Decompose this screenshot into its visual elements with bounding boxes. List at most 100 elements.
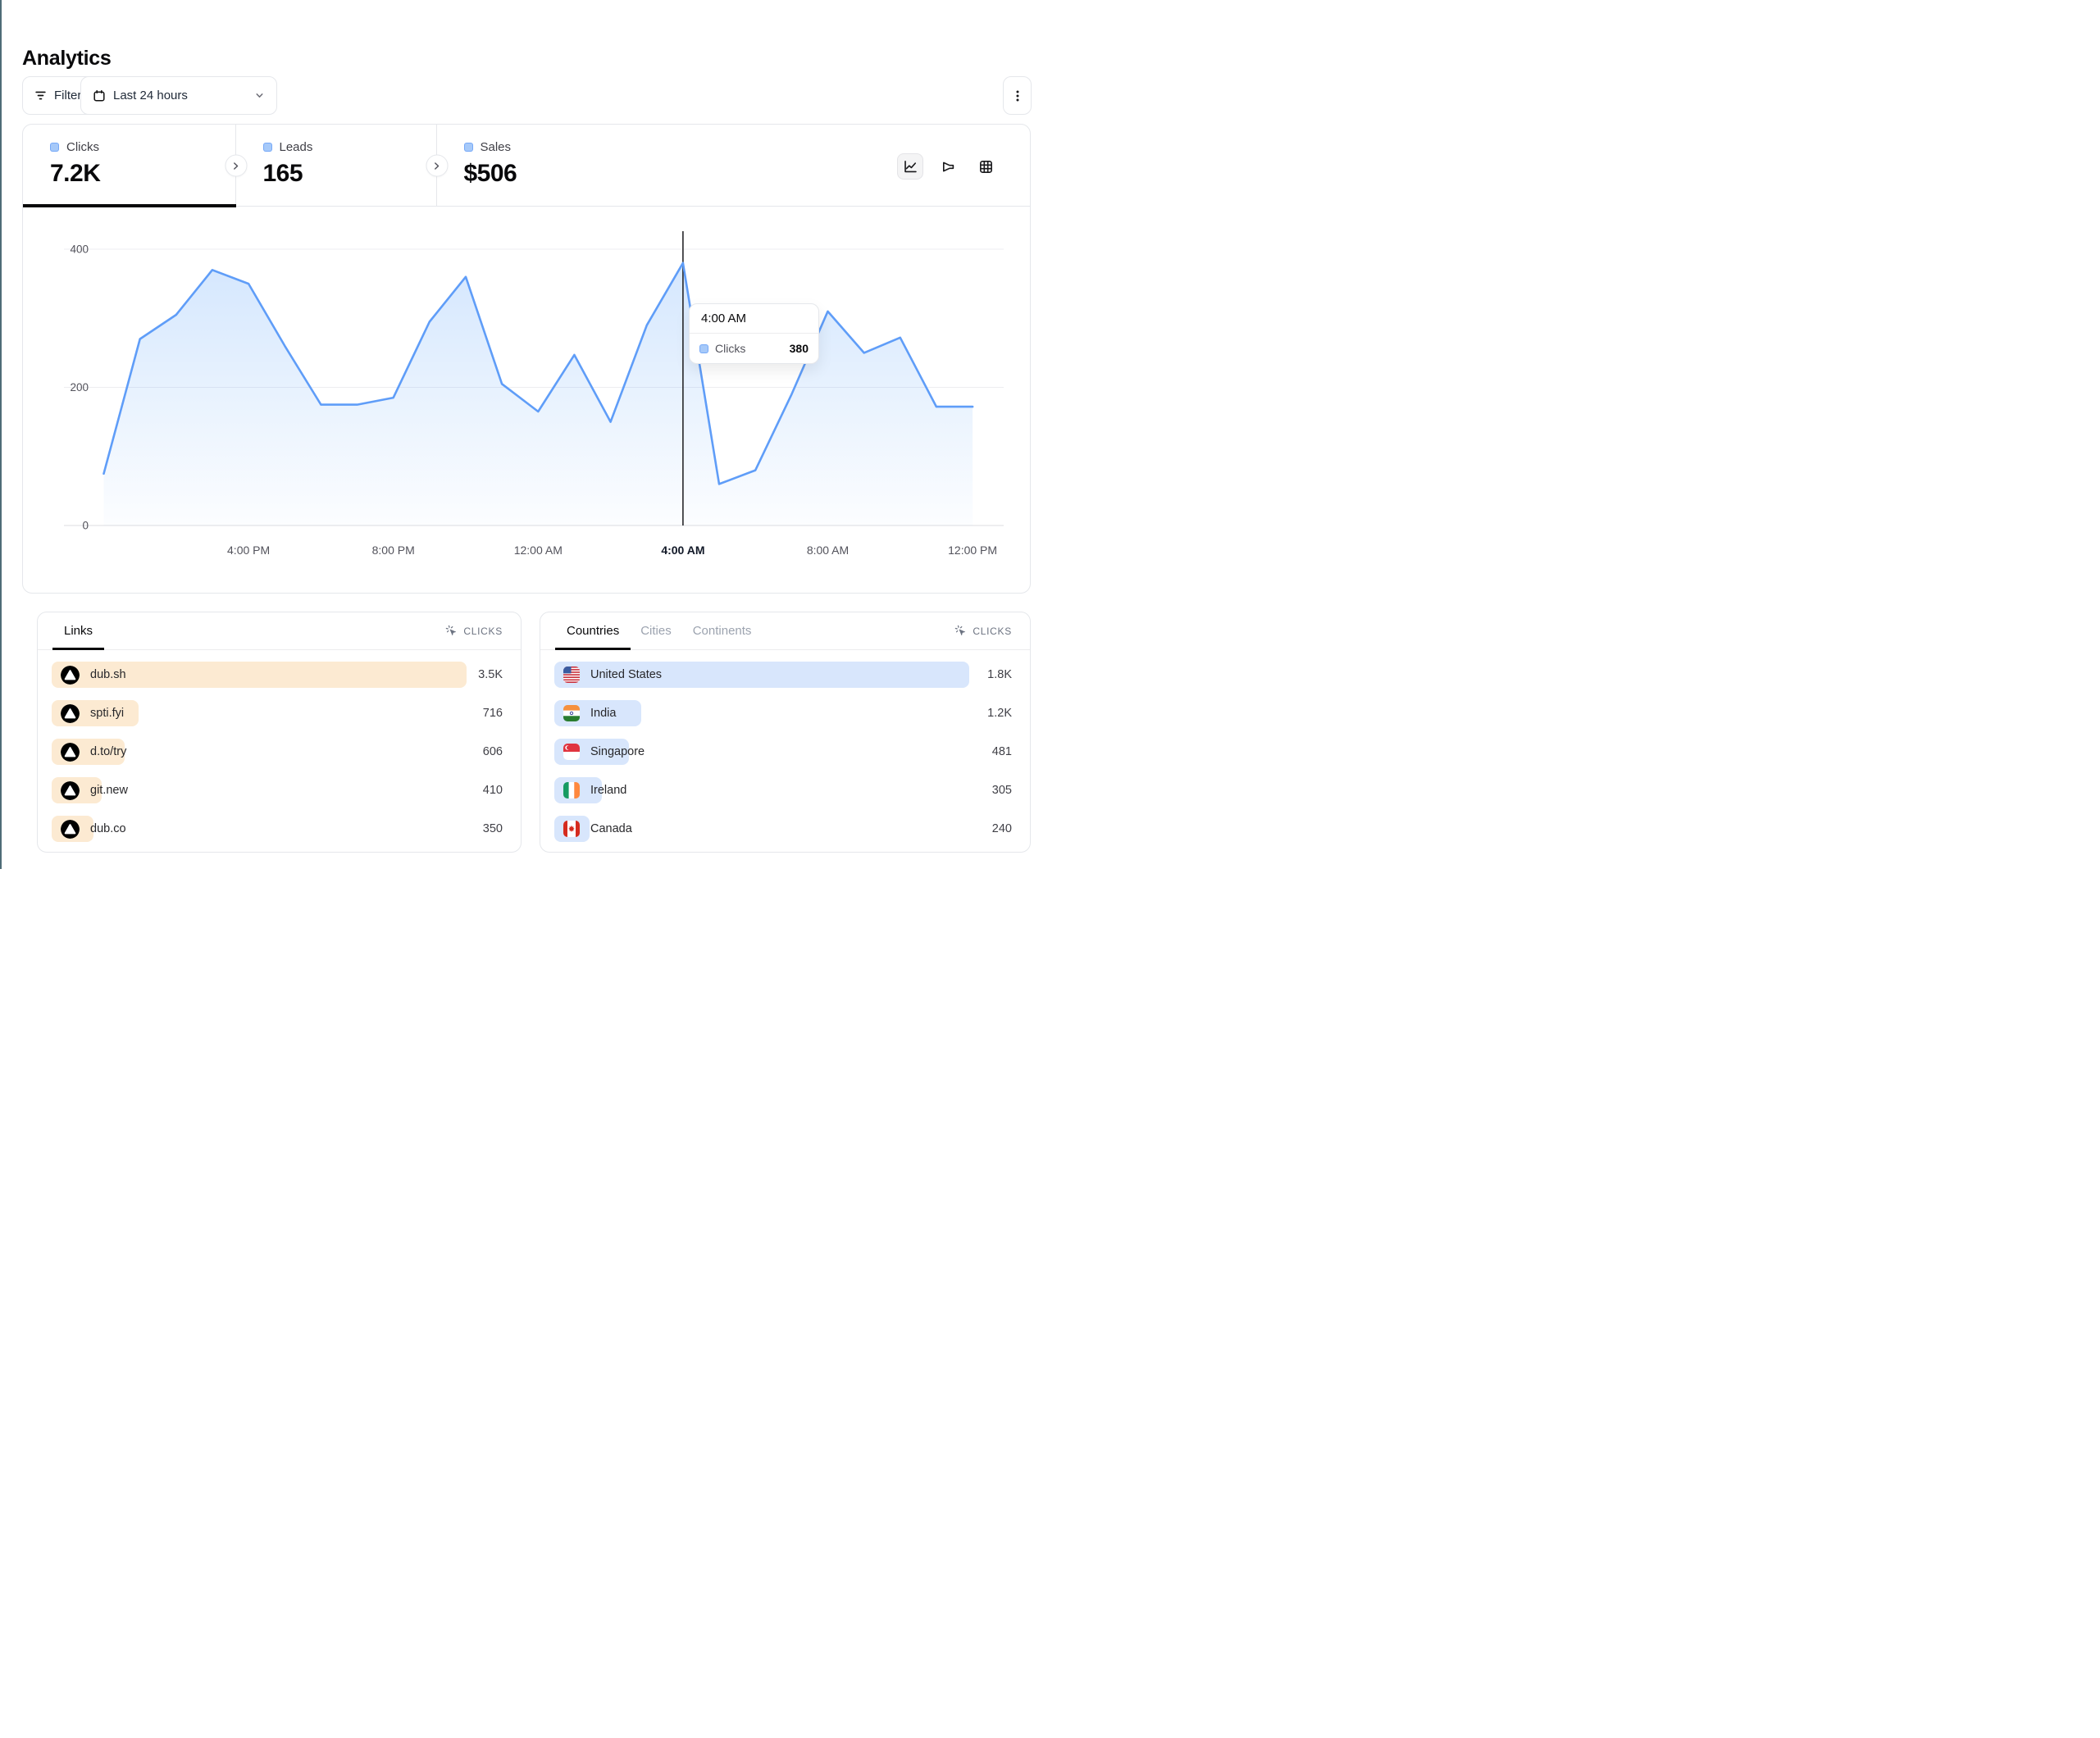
links-metric-toggle[interactable]: CLICKS [445, 625, 503, 637]
line-chart-view-button[interactable] [897, 153, 923, 180]
tab-clicks[interactable]: Clicks 7.2K [23, 125, 236, 206]
flag-us-icon [563, 667, 580, 683]
svg-text:4:00 PM: 4:00 PM [227, 544, 270, 557]
list-item-label: United States [590, 668, 662, 681]
countries-metric-label: CLICKS [973, 626, 1012, 637]
tooltip-legend-swatch [699, 344, 708, 353]
cursor-click-icon [445, 625, 458, 637]
svg-text:8:00 PM: 8:00 PM [372, 544, 415, 557]
chart-tooltip: 4:00 AM Clicks 380 [689, 303, 819, 364]
chevron-right-icon [231, 161, 241, 171]
list-item-value: 481 [992, 745, 1012, 758]
list-item-value: 305 [992, 784, 1012, 797]
sales-tab-label: Sales [481, 140, 512, 154]
list-item[interactable]: dub.sh 3.5K [52, 662, 503, 688]
flag-in-icon [563, 705, 580, 721]
page-title: Analytics [22, 47, 111, 71]
list-item-label: Ireland [590, 784, 626, 797]
svg-text:4:00 AM: 4:00 AM [661, 544, 704, 557]
list-item-value: 716 [483, 707, 503, 720]
list-item-label: dub.sh [90, 668, 126, 681]
clicks-tab-label: Clicks [66, 140, 99, 154]
tab-links[interactable]: Links [64, 612, 93, 649]
table-view-button[interactable] [973, 153, 999, 180]
next-stat-button[interactable] [225, 155, 247, 177]
list-item[interactable]: git.new 410 [52, 777, 503, 803]
funnel-chart-icon [941, 159, 956, 175]
dub-logo-icon [61, 666, 80, 685]
tab-countries[interactable]: Countries [567, 612, 619, 649]
list-item[interactable]: Singapore 481 [554, 739, 1012, 765]
links-list: dub.sh 3.5K spti.fyi 716 d.to/try 606 git.new 4… [38, 650, 521, 842]
leads-legend-swatch [263, 143, 272, 152]
list-item-value: 3.5K [478, 668, 503, 681]
analytics-card: Clicks 7.2K Leads 165 Sales $506 [22, 124, 1031, 594]
active-tab-underline [23, 204, 236, 207]
stat-tabs: Clicks 7.2K Leads 165 Sales $506 [23, 125, 1030, 207]
list-item[interactable]: d.to/try 606 [52, 739, 503, 765]
clicks-chart-area[interactable]: 0 200 400 4:00 PM 8:00 PM 12:00 AM 4:00 AM 8:00… [23, 207, 1032, 594]
dub-logo-icon [61, 820, 80, 839]
countries-metric-toggle[interactable]: CLICKS [954, 625, 1012, 637]
svg-text:0: 0 [82, 520, 89, 532]
list-item-label: d.to/try [90, 745, 126, 758]
list-item[interactable]: Canada 240 [554, 816, 1012, 842]
list-item-value: 606 [483, 745, 503, 758]
date-range-button[interactable]: Last 24 hours [80, 76, 277, 115]
flag-ca-icon [563, 821, 580, 837]
table-grid-icon [978, 159, 994, 175]
tooltip-time: 4:00 AM [690, 304, 818, 334]
list-item[interactable]: United States 1.8K [554, 662, 1012, 688]
dub-logo-icon [61, 781, 80, 800]
analytics-page: Analytics Filter Last 24 hours [0, 0, 1050, 869]
tooltip-value: 380 [790, 342, 809, 355]
list-item-label: dub.co [90, 822, 126, 835]
links-metric-label: CLICKS [463, 626, 503, 637]
list-item-value: 240 [992, 822, 1012, 835]
list-item[interactable]: Ireland 305 [554, 777, 1012, 803]
dub-logo-icon [61, 704, 80, 723]
filter-label: Filter [54, 89, 81, 102]
clicks-area-chart[interactable]: 0 200 400 4:00 PM 8:00 PM 12:00 AM 4:00 AM 8:00… [23, 207, 1032, 594]
filter-icon [34, 89, 47, 102]
flag-ie-icon [563, 782, 580, 798]
funnel-chart-view-button[interactable] [935, 153, 961, 180]
clicks-legend-swatch [50, 143, 59, 152]
tab-leads[interactable]: Leads 165 [236, 125, 437, 206]
countries-panel: Countries Cities Continents CLICKS Unite… [540, 612, 1031, 853]
kebab-icon [1011, 89, 1024, 103]
svg-text:8:00 AM: 8:00 AM [807, 544, 849, 557]
svg-text:200: 200 [70, 381, 89, 394]
tab-continents[interactable]: Continents [693, 612, 752, 649]
flag-sg-icon [563, 744, 580, 760]
list-item-value: 410 [483, 784, 503, 797]
leads-value: 165 [263, 160, 436, 188]
more-options-button[interactable] [1003, 76, 1032, 115]
links-panel: Links CLICKS dub.sh 3.5K spti.fyi 716 d.to/t… [37, 612, 522, 853]
svg-text:400: 400 [70, 243, 89, 256]
list-item-label: India [590, 707, 616, 720]
list-item-label: git.new [90, 784, 128, 797]
tab-cities[interactable]: Cities [640, 612, 672, 649]
chart-type-switcher [897, 153, 999, 180]
list-item-label: Canada [590, 822, 632, 835]
list-item-value: 1.2K [987, 707, 1012, 720]
chevron-right-icon [432, 161, 442, 171]
list-item-label: Singapore [590, 745, 645, 758]
date-range-label: Last 24 hours [113, 89, 188, 102]
next-stat-button[interactable] [426, 155, 448, 177]
sales-legend-swatch [464, 143, 473, 152]
list-item[interactable]: spti.fyi 716 [52, 700, 503, 726]
svg-text:12:00 AM: 12:00 AM [514, 544, 563, 557]
list-item-value: 1.8K [987, 668, 1012, 681]
chevron-down-icon [254, 90, 265, 101]
calendar-icon [93, 89, 106, 102]
clicks-value: 7.2K [50, 160, 235, 188]
list-item[interactable]: dub.co350 [52, 816, 503, 842]
list-item[interactable]: India 1.2K [554, 700, 1012, 726]
countries-list: United States 1.8K India 1.2K Singapore 481 Ir… [540, 650, 1030, 842]
leads-tab-label: Leads [280, 140, 313, 154]
line-chart-icon [903, 159, 918, 175]
tooltip-metric: Clicks [715, 342, 745, 355]
list-item-label: spti.fyi [90, 707, 124, 720]
